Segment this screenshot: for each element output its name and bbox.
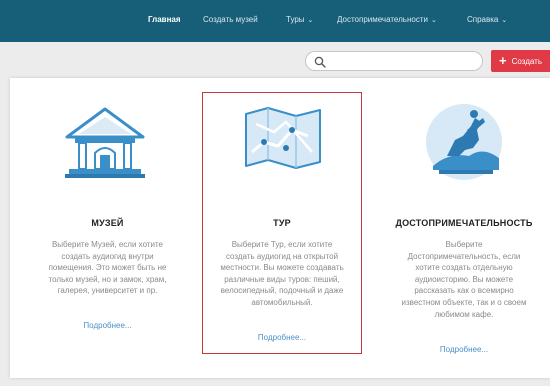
description-line: известном объекте, так и о своем xyxy=(401,297,527,307)
nav-create-museum-label: Создать музей xyxy=(203,15,258,24)
card-attraction-title: ДОСТОПРИМЕЧАТЕЛЬНОСТЬ xyxy=(395,218,533,228)
card-museum-description: Выберите Музей, если хотите создать ауди… xyxy=(30,239,185,297)
nav-help-label: Справка xyxy=(467,15,499,24)
description-line: помещения. Это может быть не xyxy=(48,263,167,273)
description-line: Выберите xyxy=(445,240,483,249)
top-navbar: Главная Создать музей Туры ⌄ Достопримеча… xyxy=(0,0,550,42)
description-line: различные виды туров: пеший, xyxy=(224,274,340,284)
description-line: местности. Вы можете создавать xyxy=(220,263,344,273)
nav-help[interactable]: Справка ⌄ xyxy=(467,15,507,24)
description-line: Выберите Музей, если хотите xyxy=(51,240,164,249)
nav-attractions[interactable]: Достопримечательности ⌄ xyxy=(337,15,437,24)
search-input[interactable] xyxy=(305,51,483,71)
nav-create-museum[interactable]: Создать музей xyxy=(203,15,258,24)
chevron-down-icon: ⌄ xyxy=(430,17,437,24)
nav-home[interactable]: Главная xyxy=(148,15,181,24)
description-line: хотите создать отдельную xyxy=(415,263,513,273)
description-line: создать аудиогид внутри xyxy=(61,251,154,261)
description-line: аудиоисторию. Вы можете xyxy=(414,274,514,284)
nav-home-label: Главная xyxy=(148,15,181,24)
card-tour[interactable]: ТУР Выберите Тур, если хотите создать ау… xyxy=(203,92,361,352)
map-icon xyxy=(245,107,321,169)
description-line: Выберите Тур, если хотите xyxy=(231,240,333,249)
chevron-down-icon: ⌄ xyxy=(501,17,508,24)
description-line: автомобильный. xyxy=(251,297,313,307)
create-button[interactable]: + Создать xyxy=(491,50,550,72)
card-attraction[interactable]: ДОСТОПРИМЕЧАТЕЛЬНОСТЬ Выберите Достоприм… xyxy=(378,92,550,364)
nav-tours[interactable]: Туры ⌄ xyxy=(286,15,313,24)
nav-attractions-label: Достопримечательности xyxy=(337,15,428,24)
card-attraction-description: Выберите Достопримечательность, если хот… xyxy=(378,239,550,320)
nav-tours-label: Туры xyxy=(286,15,305,24)
card-tour-description: Выберите Тур, если хотите создать аудиог… xyxy=(203,239,361,309)
museum-icon xyxy=(65,107,145,178)
description-line: галерея, университет и пр. xyxy=(57,286,158,296)
card-tour-title: ТУР xyxy=(273,218,291,228)
description-line: рассказать как о всемирно xyxy=(414,286,514,296)
card-attraction-more-link[interactable]: Подробнее... xyxy=(378,345,550,354)
chevron-down-icon: ⌄ xyxy=(307,17,314,24)
description-line: любимом кафе. xyxy=(434,309,494,319)
description-line: создать аудиогид на открытой xyxy=(225,251,339,261)
create-button-label: Создать xyxy=(511,57,542,66)
search-icon xyxy=(314,56,326,68)
description-line: только музей, но и замок, храм, xyxy=(48,274,167,284)
description-line: велосипедный, подочный и даже xyxy=(220,286,344,296)
monument-icon xyxy=(426,104,502,180)
plus-icon: + xyxy=(499,53,507,68)
card-museum[interactable]: МУЗЕЙ Выберите Музей, если хотите создат… xyxy=(30,92,185,352)
card-museum-title: МУЗЕЙ xyxy=(91,218,124,228)
description-line: Достопримечательность, если xyxy=(407,251,521,261)
card-tour-more-link[interactable]: Подробнее... xyxy=(203,333,361,342)
card-museum-more-link[interactable]: Подробнее... xyxy=(30,321,185,330)
